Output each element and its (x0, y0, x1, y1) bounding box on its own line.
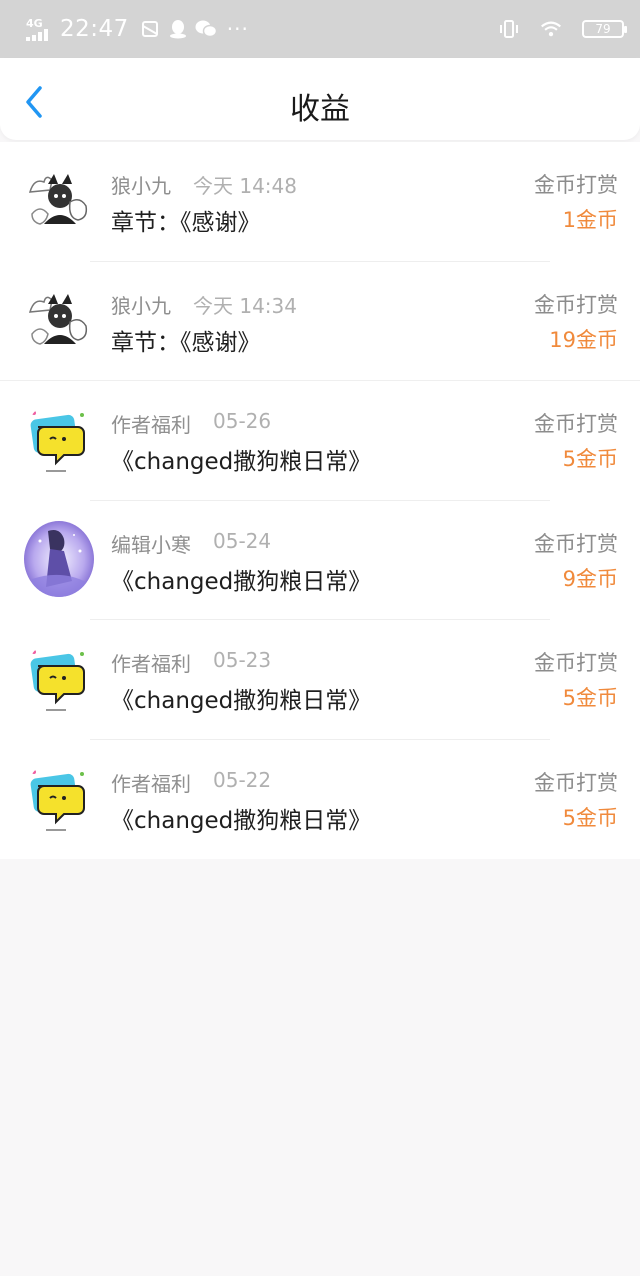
sender-name: 狼小九 (111, 174, 171, 198)
sender-name: 狼小九 (111, 293, 171, 318)
list-item[interactable]: 作者福利 05-22 《changed撒狗粮日常》 金币打赏 5金币 (0, 740, 640, 860)
status-bar: 4G 22:47 ··· 79 (0, 0, 640, 58)
qq-icon (167, 18, 189, 40)
reward-amount: 19金币 (549, 327, 618, 352)
list-item[interactable]: 狼小九 今天 14:48 章节：《感谢》 金币打赏 1金币 (0, 142, 640, 262)
record-content: 章节：《感谢》 (111, 210, 261, 236)
record-time: 05-26 (213, 409, 272, 433)
sender-name: 作者福利 (111, 771, 191, 796)
record-time: 05-23 (213, 648, 272, 672)
reward-type: 金币打赏 (534, 770, 618, 795)
nav-header: 收益 (0, 58, 640, 140)
list-item[interactable]: 作者福利 05-26 《changed撒狗粮日常》 金币打赏 5金币 (0, 381, 640, 501)
sender-name: 作者福利 (111, 413, 191, 437)
vibrate-icon (498, 18, 520, 40)
record-content: 《changed撒狗粮日常》 (111, 807, 372, 834)
wolf-avatar-icon (24, 162, 94, 238)
record-content: 《changed撒狗粮日常》 (111, 688, 372, 714)
record-content: 章节：《感谢》 (111, 329, 261, 356)
more-notifications: ··· (226, 17, 249, 41)
reward-amount: 1金币 (562, 208, 618, 232)
chat-bubble-avatar-icon (24, 640, 94, 716)
wolf-avatar-icon (24, 281, 94, 358)
reward-amount: 9金币 (562, 566, 618, 591)
reward-type: 金币打赏 (534, 292, 618, 317)
battery-level: 79 (595, 22, 611, 36)
wifi-icon (540, 18, 562, 40)
record-time: 05-24 (213, 528, 272, 553)
record-content: 《changed撒狗粮日常》 (111, 568, 372, 595)
status-time: 22:47 (60, 16, 129, 42)
sender-name: 编辑小寒 (111, 532, 191, 557)
page-title: 收益 (290, 92, 350, 127)
record-time: 05-22 (213, 767, 272, 792)
reward-amount: 5金币 (562, 686, 618, 710)
reward-type: 金币打赏 (534, 531, 618, 556)
network-type: 4G (26, 16, 43, 30)
earnings-list: 狼小九 今天 14:48 章节：《感谢》 金币打赏 1金币 狼小九 今天 14:… (0, 142, 640, 859)
list-item[interactable]: 编辑小寒 05-24 《changed撒狗粮日常》 金币打赏 9金币 (0, 501, 640, 620)
reward-type: 金币打赏 (534, 651, 618, 675)
sender-name: 作者福利 (111, 652, 191, 676)
reward-type: 金币打赏 (534, 173, 618, 197)
screenshot-icon (139, 18, 161, 40)
chat-bubble-avatar-icon (24, 759, 94, 836)
wechat-icon (195, 18, 217, 40)
record-content: 《changed撒狗粮日常》 (111, 449, 372, 475)
chat-bubble-avatar-icon (24, 401, 94, 477)
battery-icon: 79 (582, 20, 627, 38)
list-item[interactable]: 作者福利 05-23 《changed撒狗粮日常》 金币打赏 5金币 (0, 620, 640, 740)
list-item[interactable]: 狼小九 今天 14:34 章节：《感谢》 金币打赏 19金币 (0, 262, 640, 381)
signal-4g-icon: 4G (26, 18, 54, 41)
purple-anime-avatar-icon (24, 520, 94, 597)
record-time: 今天 14:48 (193, 174, 297, 198)
reward-type: 金币打赏 (534, 412, 618, 436)
reward-amount: 5金币 (562, 805, 618, 830)
reward-amount: 5金币 (562, 447, 618, 471)
record-time: 今天 14:34 (193, 293, 297, 318)
